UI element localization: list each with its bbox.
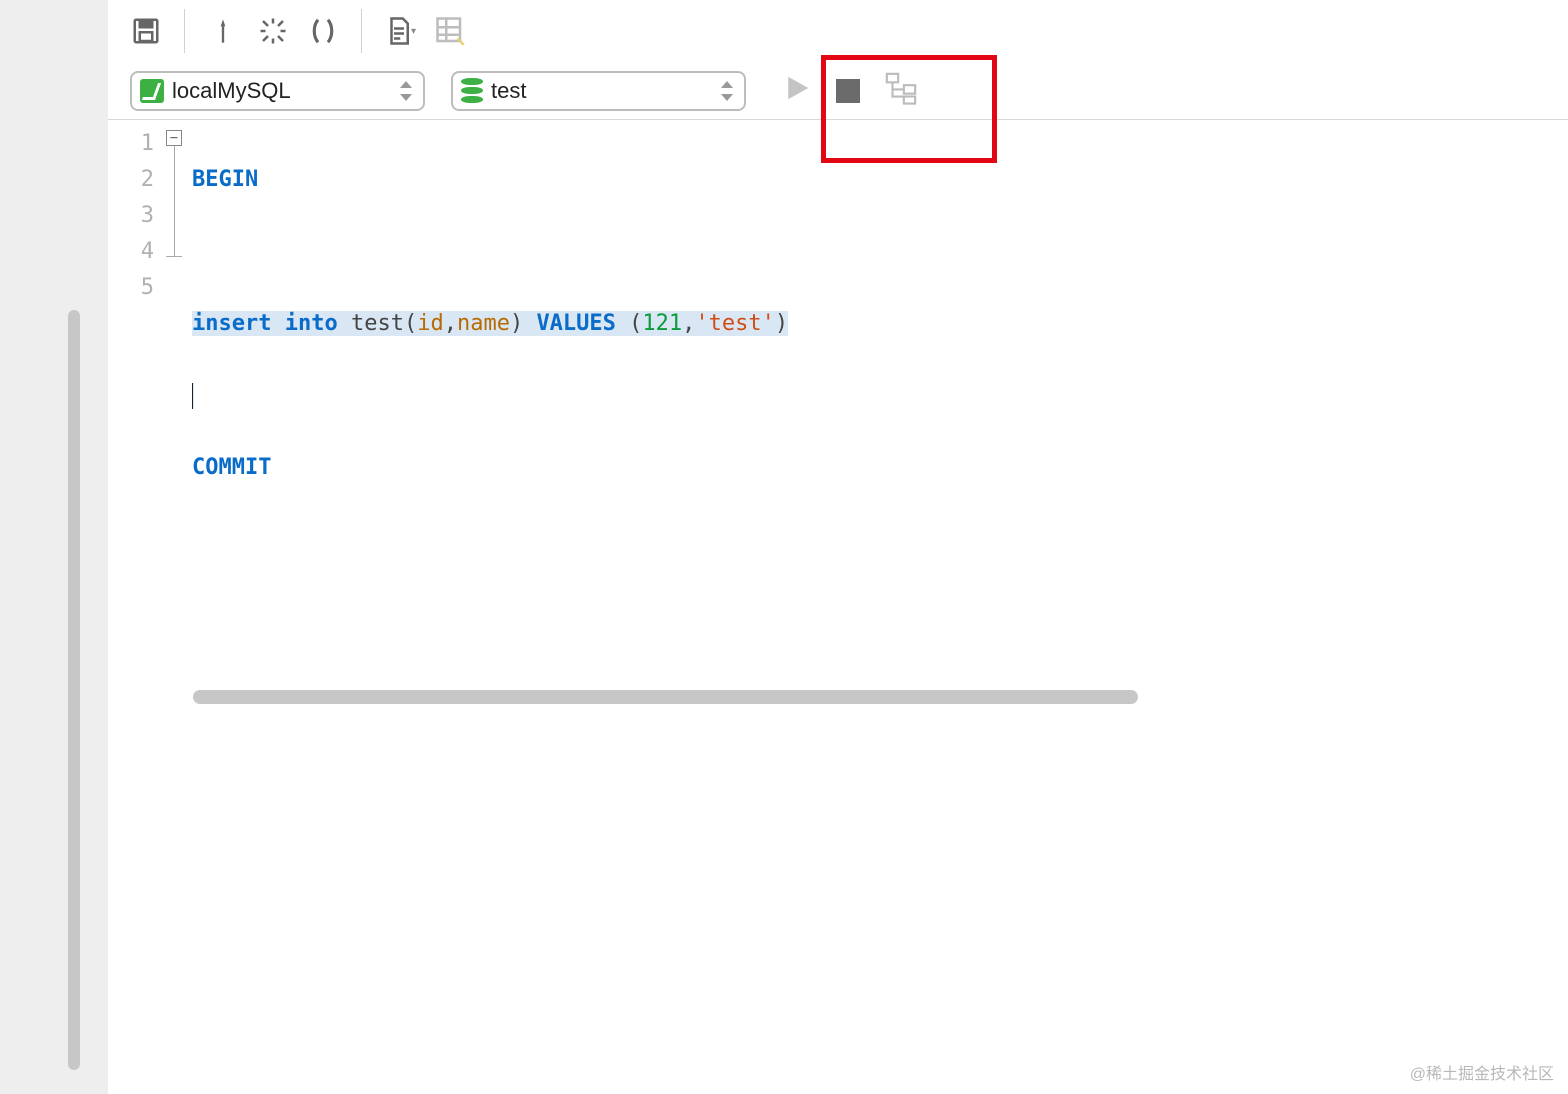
toolbar-divider (361, 9, 362, 53)
number-literal: 121 (642, 311, 682, 336)
explain-plan-button[interactable] (884, 71, 918, 110)
line-number: 1 (108, 126, 154, 162)
horizontal-scrollbar[interactable] (193, 690, 1568, 704)
chevron-updown-icon (397, 79, 415, 103)
line-number: 3 (108, 198, 154, 234)
fold-end (166, 256, 182, 257)
code-area[interactable]: BEGIN insert into test(id,name) VALUES (… (192, 120, 1568, 820)
connection-dropdown[interactable]: localMySQL (130, 71, 425, 111)
identifier: name (457, 311, 510, 336)
connection-bar: localMySQL test (108, 62, 1568, 120)
chevron-updown-icon (718, 79, 736, 103)
save-icon[interactable] (126, 11, 166, 51)
code-text: ( (616, 311, 643, 336)
fold-toggle[interactable]: − (166, 130, 182, 146)
parentheses-icon[interactable] (303, 11, 343, 51)
line-number-gutter: 1 2 3 4 5 (108, 120, 164, 820)
connection-label: localMySQL (172, 78, 389, 104)
code-text: ) (510, 311, 537, 336)
text-cursor (192, 383, 193, 409)
table-gen-icon[interactable] (430, 11, 470, 51)
left-sidebar (0, 0, 80, 1094)
keyword: BEGIN (192, 167, 258, 192)
format-icon[interactable] (203, 11, 243, 51)
database-dropdown[interactable]: test (451, 71, 746, 111)
stop-button[interactable] (836, 79, 860, 103)
watermark: @稀土掘金技术社区 (1410, 1060, 1554, 1084)
toolbar-divider (184, 9, 185, 53)
keyword: into (285, 311, 338, 336)
keyword: insert (192, 311, 271, 336)
identifier: id (417, 311, 444, 336)
database-icon (461, 78, 483, 104)
database-label: test (491, 78, 710, 104)
beautify-icon[interactable] (253, 11, 293, 51)
code-text: test( (338, 311, 417, 336)
line-number: 2 (108, 162, 154, 198)
export-icon[interactable]: ▾ (380, 11, 420, 51)
string-literal: 'test' (695, 311, 774, 336)
connection-icon (140, 79, 164, 103)
run-button[interactable] (782, 73, 812, 108)
sidebar-scrollbar[interactable] (68, 310, 80, 1070)
scrollbar-thumb[interactable] (193, 690, 1138, 704)
code-text: , (444, 311, 457, 336)
fold-column: − (164, 120, 192, 820)
execution-controls (782, 71, 918, 110)
line-number: 5 (108, 270, 154, 306)
code-text: ) (775, 311, 788, 336)
sql-editor[interactable]: 1 2 3 4 5 − BEGIN insert into test(id,na… (108, 120, 1568, 820)
keyword: VALUES (536, 311, 615, 336)
line-number: 4 (108, 234, 154, 270)
fold-guide (174, 146, 175, 256)
code-text: , (682, 311, 695, 336)
keyword: COMMIT (192, 455, 271, 480)
main-panel: ▾ localMySQL test 1 2 (108, 0, 1568, 1094)
toolbar: ▾ (108, 0, 1568, 62)
